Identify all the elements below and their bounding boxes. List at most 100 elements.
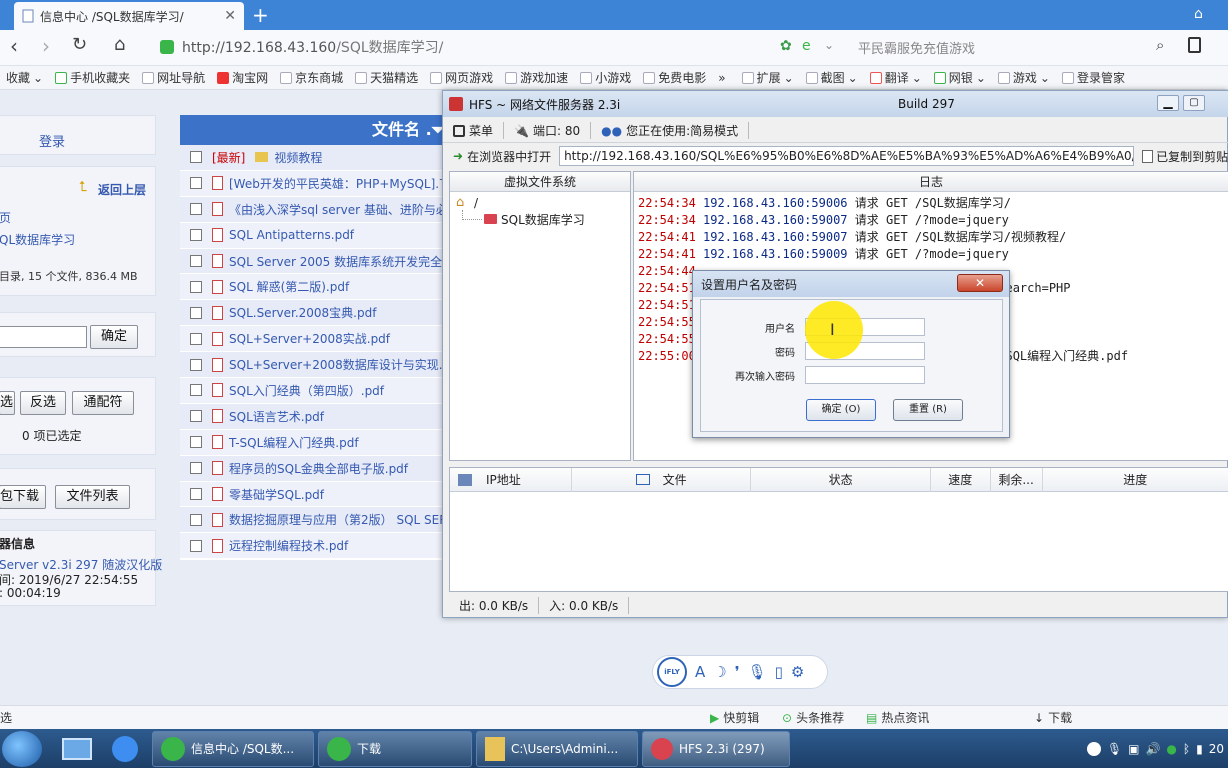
hfs-titlebar[interactable]: HFS ~ 网络文件服务器 2.3i Build 297 ▁ ▢ bbox=[443, 91, 1228, 117]
file-name-link[interactable]: SQL.Server.2008宝典.pdf bbox=[229, 304, 376, 321]
moon-icon[interactable]: ☽ bbox=[713, 663, 726, 681]
copy-url-button[interactable]: 已复制到剪贴 bbox=[1134, 148, 1228, 165]
network-icon[interactable]: ▮ bbox=[1196, 742, 1203, 756]
taskbar-item-explorer[interactable]: C:\Users\Admini... bbox=[476, 730, 638, 767]
keyboard-icon[interactable]: ▯ bbox=[775, 663, 783, 681]
file-name-link[interactable]: 《由浅入深学sql server 基础、进阶与必 bbox=[229, 201, 442, 218]
tool-game[interactable]: 游戏 ⌄ bbox=[992, 69, 1056, 86]
back-up-icon[interactable]: ⮤ bbox=[79, 179, 87, 195]
file-row[interactable]: 零基础学SQL.pdf bbox=[180, 481, 442, 508]
search-confirm-button[interactable]: 确定 bbox=[90, 325, 138, 349]
col-progress[interactable]: 进度 bbox=[1043, 468, 1228, 492]
file-row[interactable]: SQL+Server+2008实战.pdf bbox=[180, 326, 442, 353]
file-checkbox[interactable] bbox=[190, 384, 202, 397]
file-name-link[interactable]: SQL语言艺术.pdf bbox=[229, 408, 324, 425]
file-name-link[interactable]: 数据挖掘原理与应用（第2版） SQL SER bbox=[229, 511, 442, 528]
minimize-icon[interactable]: ▁ bbox=[1157, 95, 1179, 111]
gear-icon[interactable]: ⚙ bbox=[791, 663, 804, 681]
file-row[interactable]: SQL+Server+2008数据库设计与实现.pd bbox=[180, 352, 442, 379]
file-search-input[interactable] bbox=[0, 326, 87, 348]
close-tab-icon[interactable]: ✕ bbox=[224, 8, 236, 24]
file-checkbox[interactable] bbox=[190, 229, 202, 242]
file-checkbox[interactable] bbox=[190, 332, 202, 345]
ok-button[interactable]: 确定 (O) bbox=[806, 399, 876, 421]
file-checkbox[interactable] bbox=[190, 513, 202, 526]
file-list-button[interactable]: 文件列表 bbox=[55, 485, 130, 509]
fav-accel[interactable]: 游戏加速 bbox=[499, 69, 574, 86]
taskbar-item-browser[interactable]: 信息中心 /SQL数... bbox=[152, 730, 314, 767]
tool-translate[interactable]: 翻译 ⌄ bbox=[864, 69, 928, 86]
file-name-link[interactable]: SQL+Server+2008实战.pdf bbox=[229, 330, 390, 347]
file-row[interactable]: 数据挖掘原理与应用（第2版） SQL SER bbox=[180, 507, 442, 534]
file-name-link[interactable]: T-SQL编程入门经典.pdf bbox=[229, 434, 359, 451]
pen-app-icon[interactable] bbox=[112, 735, 138, 762]
file-checkbox[interactable] bbox=[190, 177, 202, 190]
file-checkbox[interactable] bbox=[190, 462, 202, 475]
file-name-link[interactable]: SQL+Server+2008数据库设计与实现.pd bbox=[229, 356, 442, 373]
status-headline[interactable]: ⊙ 头条推荐 bbox=[782, 709, 844, 726]
file-row[interactable]: 程序员的SQL金典全部电子版.pdf bbox=[180, 455, 442, 482]
file-checkbox[interactable] bbox=[190, 410, 202, 423]
file-name-link[interactable]: SQL 解惑(第二版).pdf bbox=[229, 278, 349, 295]
col-ip[interactable]: IP地址 bbox=[450, 467, 572, 492]
fav-minigame[interactable]: 小游戏 bbox=[574, 69, 637, 86]
file-row[interactable]: SQL.Server.2008宝典.pdf bbox=[180, 300, 442, 327]
fav-nav[interactable]: 网址导航 bbox=[136, 69, 211, 86]
browser-tab[interactable]: 信息中心 /SQL数据库学习/ ✕ bbox=[14, 2, 244, 30]
file-row[interactable]: 远程控制编程技术.pdf bbox=[180, 533, 442, 560]
file-checkbox[interactable] bbox=[190, 203, 202, 216]
col-speed[interactable]: 速度 bbox=[931, 467, 991, 492]
status-hotnews[interactable]: ▤ 热点资讯 bbox=[866, 709, 929, 726]
file-row[interactable]: [Web开发的平民英雄：PHP+MySQL].丁 bbox=[180, 170, 442, 197]
invert-selection-button[interactable]: 反选 bbox=[20, 391, 66, 415]
fav-webgame[interactable]: 网页游戏 bbox=[424, 69, 499, 86]
file-row[interactable]: SQL 解惑(第二版).pdf bbox=[180, 274, 442, 301]
file-checkbox[interactable] bbox=[190, 151, 202, 164]
clipboard-icon[interactable] bbox=[1188, 37, 1201, 53]
file-checkbox[interactable] bbox=[190, 539, 202, 552]
vfs-folder[interactable]: SQL数据库学习 bbox=[501, 211, 585, 228]
back-up-link[interactable]: 返回上层 bbox=[98, 181, 146, 198]
file-checkbox[interactable] bbox=[190, 280, 202, 293]
dialog-close-button[interactable]: ✕ bbox=[957, 274, 1003, 292]
file-checkbox[interactable] bbox=[190, 255, 202, 267]
forward-icon[interactable]: › bbox=[42, 34, 50, 58]
file-row[interactable]: 《由浅入深学sql server 基础、进阶与必 bbox=[180, 196, 442, 223]
file-row[interactable]: SQL语言艺术.pdf bbox=[180, 403, 442, 430]
ext-icon[interactable]: ✿ bbox=[780, 38, 792, 54]
mic-icon[interactable]: 🎙 bbox=[748, 663, 767, 681]
col-status[interactable]: 状态 bbox=[751, 467, 931, 492]
volume-icon[interactable]: 🔊 bbox=[1145, 742, 1160, 756]
pack-download-button[interactable]: 包下载 bbox=[0, 485, 46, 509]
search-input[interactable]: 平民霸服免充值游戏 bbox=[858, 38, 1148, 57]
ifly-tray-icon[interactable] bbox=[1086, 741, 1101, 756]
file-row[interactable]: SQL Server 2005 数据库系统开发完全手 bbox=[180, 248, 442, 275]
status-download[interactable]: ↓ 下载 bbox=[1034, 709, 1072, 726]
status-quickcut[interactable]: ▶ 快剪辑 bbox=[710, 709, 759, 726]
taskbar-item-hfs[interactable]: HFS 2.3i (297) bbox=[642, 730, 790, 767]
shield-icon[interactable]: ● bbox=[1166, 742, 1176, 756]
file-checkbox[interactable] bbox=[190, 488, 202, 501]
refresh-icon[interactable]: ↻ bbox=[72, 34, 87, 55]
file-name-link[interactable]: SQL Antipatterns.pdf bbox=[229, 228, 354, 242]
reset-button[interactable]: 重置 (R) bbox=[893, 399, 963, 421]
tool-extend[interactable]: 扩展 ⌄ bbox=[736, 69, 800, 86]
favorites-menu[interactable]: 收藏 ⌄ bbox=[0, 69, 49, 86]
file-row[interactable]: SQL Antipatterns.pdf bbox=[180, 222, 442, 249]
port-button[interactable]: 🔌 端口: 80 bbox=[504, 122, 592, 139]
filename-column-header[interactable]: 文件名 .⏷ bbox=[180, 115, 442, 145]
url-field[interactable]: http://192.168.43.160/SQL数据库学习/ bbox=[160, 34, 825, 60]
tool-bank[interactable]: 网银 ⌄ bbox=[928, 69, 992, 86]
file-name-link[interactable]: SQL Server 2005 数据库系统开发完全手 bbox=[229, 253, 442, 270]
mic-icon[interactable]: 🎙 bbox=[1107, 742, 1122, 756]
back-icon[interactable]: ‹ bbox=[10, 34, 18, 58]
file-row[interactable]: SQL入门经典（第四版）.pdf bbox=[180, 378, 442, 404]
col-remaining[interactable]: 剩余... bbox=[991, 467, 1043, 492]
font-icon[interactable]: A bbox=[695, 663, 705, 681]
show-desktop-icon[interactable] bbox=[62, 737, 92, 760]
hfs-url-field[interactable]: http://192.168.43.160/SQL%E6%95%B0%E6%8D… bbox=[559, 146, 1135, 166]
file-row[interactable]: T-SQL编程入门经典.pdf bbox=[180, 429, 442, 456]
taskbar-item-download[interactable]: 下载 bbox=[318, 730, 472, 767]
bluetooth-icon[interactable]: ᛒ bbox=[1183, 742, 1190, 756]
fav-taobao[interactable]: 淘宝网 bbox=[211, 69, 274, 86]
